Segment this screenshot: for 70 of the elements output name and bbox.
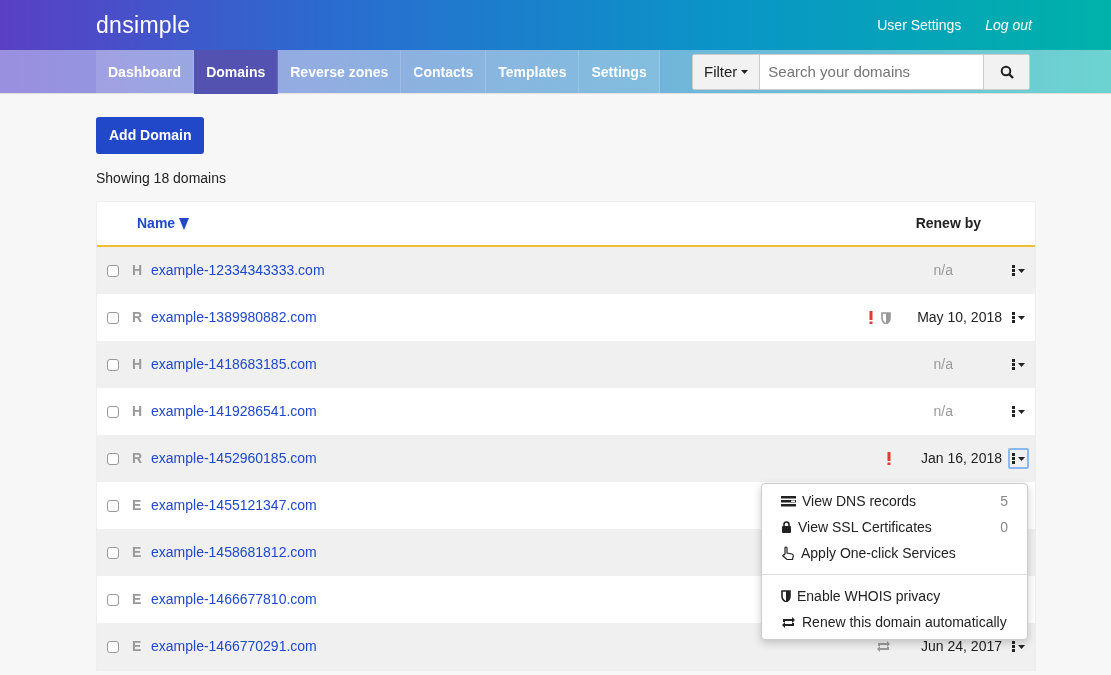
- row-checkbox[interactable]: [107, 640, 119, 653]
- row-checkbox[interactable]: [107, 311, 119, 324]
- search-button[interactable]: [983, 55, 1029, 89]
- count-label: 0: [1000, 517, 1008, 537]
- shield-icon: [781, 590, 791, 602]
- domain-type-letter: R: [132, 449, 144, 468]
- caret-icon: [1018, 268, 1025, 273]
- domain-link[interactable]: example-1418683185.com: [151, 354, 317, 375]
- domain-count: Showing 18 domains: [96, 169, 227, 188]
- domain-type-letter: E: [132, 590, 143, 609]
- domain-link[interactable]: example-1455121347.com: [151, 495, 317, 516]
- caret-icon: [1018, 362, 1025, 367]
- row-checkbox[interactable]: [107, 499, 119, 512]
- domain-link[interactable]: example-1452960185.com: [151, 448, 317, 469]
- renew-date: Jun 24, 2017: [920, 637, 1002, 656]
- caret-icon: [1018, 315, 1025, 320]
- search-icon: [999, 65, 1014, 79]
- row-checkbox[interactable]: [107, 405, 119, 418]
- sort-arrow-icon: [179, 217, 190, 230]
- row-checkbox[interactable]: [107, 546, 119, 559]
- nav-tab[interactable]: Domains: [194, 50, 279, 94]
- domain-link[interactable]: example-1458681812.com: [151, 542, 317, 563]
- menu-item[interactable]: Enable WHOIS privacy: [762, 583, 1027, 609]
- kebab-icon: [1012, 406, 1015, 417]
- row-checkbox[interactable]: [107, 264, 119, 277]
- caret-icon: [741, 70, 749, 74]
- lock-icon: [781, 521, 792, 533]
- domain-type-letter: H: [132, 355, 144, 374]
- menu-item[interactable]: Renew this domain automatically: [762, 609, 1027, 635]
- renew-date: n/a: [932, 402, 954, 421]
- kebab-icon: [1012, 453, 1015, 464]
- domain-link[interactable]: example-12334343333.com: [151, 260, 325, 281]
- caret-icon: [1018, 456, 1025, 461]
- list-icon: [781, 495, 796, 507]
- search-field[interactable]: Filter Search your domains: [692, 54, 1030, 90]
- domain-type-letter: H: [132, 402, 144, 421]
- domain-link[interactable]: example-1419286541.com: [151, 401, 317, 422]
- renew-date: Jan 16, 2018: [920, 449, 1002, 468]
- kebab-icon: [1012, 641, 1015, 652]
- renew-date: n/a: [932, 355, 954, 374]
- menu-item[interactable]: Apply One-click Services: [762, 540, 1027, 566]
- caret-icon: [1018, 644, 1025, 649]
- caret-icon: [1018, 409, 1025, 414]
- domain-type-letter: H: [132, 261, 144, 280]
- domain-type-letter: R: [132, 308, 144, 327]
- kebab-icon: [1012, 359, 1015, 370]
- domain-link[interactable]: example-1466770291.com: [151, 636, 317, 657]
- domain-type-letter: E: [132, 543, 143, 562]
- row-checkbox[interactable]: [107, 358, 119, 371]
- add-domain-button[interactable]: Add Domain: [96, 117, 205, 154]
- domain-link[interactable]: example-1389980882.com: [151, 307, 317, 328]
- domain-type-letter: E: [132, 637, 143, 656]
- filter-button[interactable]: Filter: [693, 55, 761, 89]
- row-checkbox[interactable]: [107, 452, 119, 465]
- pointer-hand-icon: [781, 545, 795, 561]
- column-header[interactable]: Name: [137, 213, 190, 234]
- column-header[interactable]: Renew by: [915, 213, 981, 234]
- renew-date: May 10, 2018: [916, 308, 1002, 327]
- actions-toggle[interactable]: [1008, 448, 1029, 469]
- renew-date: n/a: [932, 261, 954, 280]
- menu-item[interactable]: View SSL Certificates 0: [762, 514, 1027, 540]
- menu-item[interactable]: View DNS records 5: [762, 488, 1027, 514]
- count-label: 5: [1000, 491, 1008, 511]
- kebab-icon: [1012, 265, 1015, 276]
- kebab-icon: [1012, 312, 1015, 323]
- domain-type-letter: E: [132, 496, 143, 515]
- domain-link[interactable]: example-1466677810.com: [151, 589, 317, 610]
- logo[interactable]: dnsimple: [96, 7, 191, 43]
- row-checkbox[interactable]: [107, 593, 119, 606]
- repeat-icon: [781, 616, 796, 628]
